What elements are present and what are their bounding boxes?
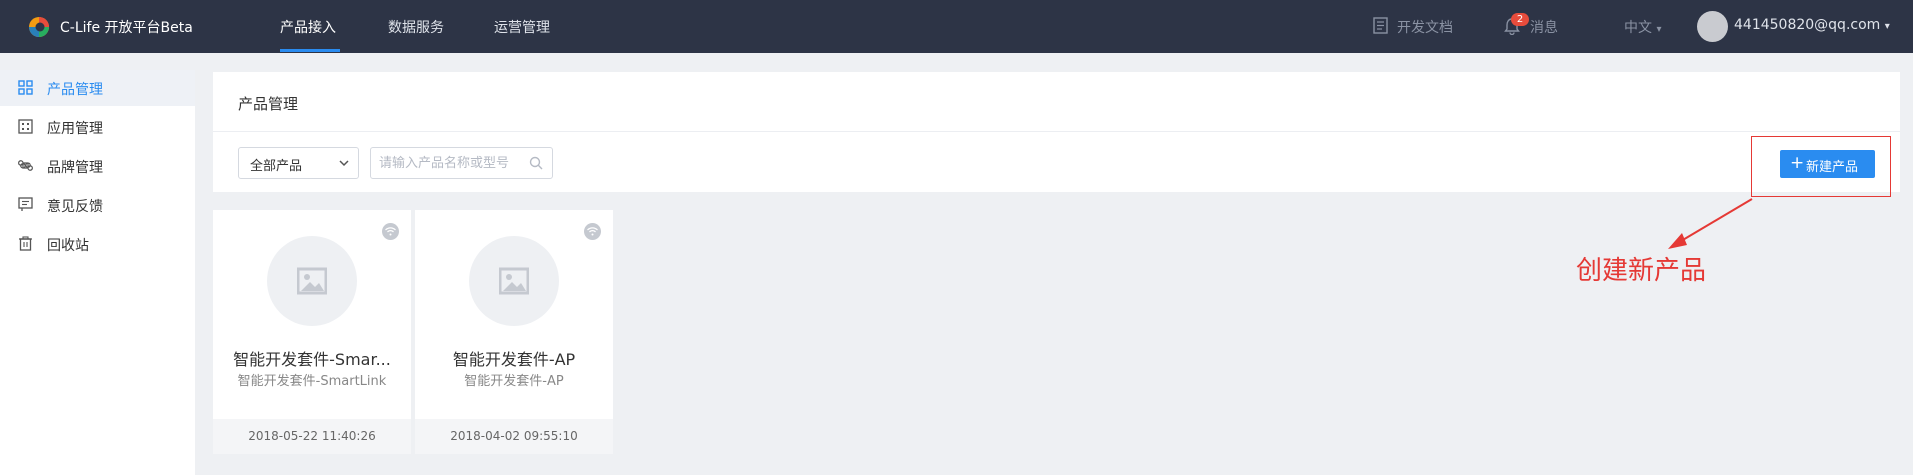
product-image-placeholder: [469, 236, 559, 326]
wifi-icon: [584, 223, 601, 240]
sidebar: 产品管理 应用管理 品牌管理 意见反馈 回收站: [0, 70, 195, 475]
platform-name[interactable]: C-Life 开放平台Beta: [60, 17, 193, 37]
account-caret-icon: ▾: [1884, 21, 1890, 32]
product-date: 2018-05-22 11:40:26: [248, 429, 376, 443]
language-switcher[interactable]: 中文 ▾: [1624, 17, 1661, 37]
product-model: 智能开发套件-AP: [464, 374, 564, 389]
search-input[interactable]: [379, 153, 519, 173]
nav-product-access[interactable]: 产品接入: [280, 17, 336, 37]
nav-data-services[interactable]: 数据服务: [388, 17, 444, 37]
messages-link[interactable]: 消息: [1530, 17, 1558, 37]
nav-active-indicator: [280, 49, 340, 52]
top-navigation-bar: C-Life 开放平台Beta 产品接入 数据服务 运营管理 开发文档 2 消息…: [0, 0, 1913, 53]
chevron-down-icon: [339, 160, 349, 167]
annotation-arrow-icon: [1668, 198, 1753, 249]
sidebar-item-label: 回收站: [47, 238, 89, 254]
nav-operations[interactable]: 运营管理: [494, 17, 550, 37]
product-name: 智能开发套件-Smar...: [233, 350, 391, 369]
wifi-icon: [382, 223, 399, 240]
product-image-placeholder: [267, 236, 357, 326]
sidebar-item-feedback[interactable]: 意见反馈: [0, 187, 195, 223]
message-count-badge: 2: [1511, 13, 1529, 26]
page-title: 产品管理: [238, 95, 299, 113]
product-model: 智能开发套件-SmartLink: [237, 374, 387, 389]
user-avatar[interactable]: [1697, 11, 1728, 42]
sidebar-item-label: 应用管理: [47, 121, 103, 137]
command-icon: [18, 160, 33, 171]
search-icon[interactable]: [529, 156, 543, 170]
account-menu[interactable]: 441450820@qq.com ▾: [1734, 17, 1890, 33]
annotation-label: 创建新产品: [1576, 256, 1707, 286]
sidebar-item-label: 品牌管理: [47, 160, 103, 176]
annotation-highlight-box: [1751, 136, 1891, 197]
sidebar-item-app-management[interactable]: 应用管理: [0, 109, 195, 145]
docs-link[interactable]: 开发文档: [1397, 17, 1453, 37]
sidebar-item-label: 产品管理: [47, 82, 103, 98]
document-icon[interactable]: [1373, 17, 1388, 34]
image-icon: [499, 267, 529, 295]
product-type-select[interactable]: 全部产品: [238, 147, 359, 179]
card-footer: 2018-05-22 11:40:26: [213, 419, 411, 454]
page-header: 产品管理: [213, 72, 1900, 132]
app-icon: [18, 119, 33, 134]
trash-icon: [19, 236, 32, 251]
image-icon: [297, 267, 327, 295]
c-life-logo-icon[interactable]: [28, 16, 50, 38]
sidebar-item-brand-management[interactable]: 品牌管理: [0, 148, 195, 184]
card-footer: 2018-04-02 09:55:10: [415, 419, 613, 454]
grid-icon: [18, 80, 33, 95]
sidebar-item-label: 意见反馈: [47, 199, 103, 215]
product-date: 2018-04-02 09:55:10: [450, 429, 578, 443]
product-card[interactable]: 智能开发套件-Smar... 智能开发套件-SmartLink 2018-05-…: [213, 210, 411, 454]
account-email: 441450820@qq.com: [1734, 17, 1881, 33]
language-caret-icon: ▾: [1656, 24, 1662, 35]
product-search: [370, 147, 553, 179]
product-card[interactable]: 智能开发套件-AP 智能开发套件-AP 2018-04-02 09:55:10: [415, 210, 613, 454]
sidebar-item-recycle-bin[interactable]: 回收站: [0, 226, 195, 262]
product-name: 智能开发套件-AP: [452, 350, 576, 369]
language-label: 中文: [1624, 20, 1652, 36]
product-type-selected: 全部产品: [250, 159, 303, 174]
sidebar-item-product-management[interactable]: 产品管理: [0, 70, 195, 106]
feedback-icon: [18, 197, 33, 211]
